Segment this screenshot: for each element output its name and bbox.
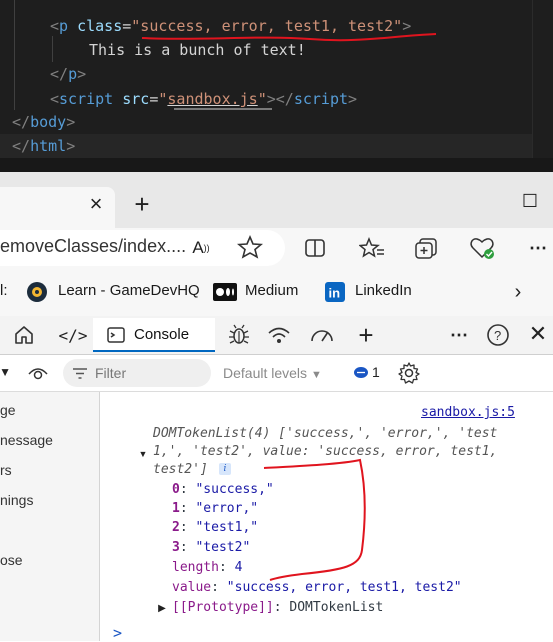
log-levels-dropdown[interactable]: Default levels ▼ <box>223 365 322 381</box>
linkedin-icon: in <box>325 282 345 302</box>
performance-gauge-icon[interactable] <box>309 323 335 347</box>
source-link[interactable]: sandbox.js:5 <box>421 405 515 420</box>
help-icon[interactable]: ? <box>486 323 510 347</box>
filename-underline <box>174 108 272 110</box>
console-tab-label[interactable]: Console <box>134 326 189 343</box>
svg-text:in: in <box>329 286 341 301</box>
code-line-p-close[interactable]: </p> <box>50 62 86 86</box>
collections-icon[interactable] <box>414 236 440 260</box>
sidebar-item-messages[interactable]: ge <box>0 402 16 418</box>
settings-gear-icon[interactable] <box>397 361 421 385</box>
prototype-property[interactable]: [[Prototype]]: DOMTokenList <box>172 600 383 615</box>
log-summary-line1: DOMTokenList(4) ['success,', 'error,', '… <box>153 426 498 441</box>
list-item: 1: "error," <box>172 501 259 516</box>
red-bracket-annotation <box>263 458 366 581</box>
code-line-html-close[interactable]: </html> <box>0 134 545 158</box>
read-aloud-icon[interactable]: A)) <box>186 236 216 260</box>
svg-text:?: ? <box>494 328 501 343</box>
message-count[interactable]: 1 <box>372 364 380 380</box>
info-icon[interactable]: i <box>219 463 231 475</box>
window-maximize-icon[interactable]: ☐ <box>518 189 542 213</box>
filter-icon <box>73 368 87 379</box>
red-underline-annotation <box>141 33 437 42</box>
live-expression-eye-icon[interactable] <box>27 362 49 384</box>
indent-guide <box>14 0 15 110</box>
sidebar-item-user-messages[interactable]: nessage <box>0 432 53 448</box>
console-prompt[interactable]: > <box>113 624 122 642</box>
message-icon <box>354 367 368 378</box>
favorite-item-medium[interactable]: Medium <box>245 282 298 299</box>
sidebar-item-verbose[interactable]: ose <box>0 552 23 568</box>
length-property: length: 4 <box>172 560 243 575</box>
sidebar-toggle-icon[interactable]: ▼ <box>0 363 11 381</box>
network-wifi-icon[interactable] <box>266 323 292 347</box>
list-item: 2: "test1," <box>172 520 259 535</box>
add-tool-icon[interactable]: + <box>353 320 379 350</box>
indent-guide <box>52 36 53 62</box>
console-sidebar <box>0 392 100 641</box>
console-icon <box>107 327 125 343</box>
bug-icon[interactable] <box>227 323 251 347</box>
log-summary-line2: 1,', 'test2', value: 'success, error, te… <box>153 444 498 459</box>
sidebar-item-errors[interactable]: rs <box>0 462 12 478</box>
url-text[interactable]: emoveClasses/index.... <box>0 236 186 257</box>
favorite-item-linkedin[interactable]: LinkedIn <box>355 282 412 299</box>
code-line-body-close[interactable]: </body> <box>12 110 75 134</box>
more-options-icon[interactable]: ⋯ <box>526 236 550 260</box>
browser-essentials-icon[interactable] <box>469 235 497 261</box>
medium-icon <box>213 283 237 301</box>
expand-triangle-down-icon[interactable]: ▼ <box>138 448 148 460</box>
gamedevhq-icon <box>27 282 47 302</box>
favorite-star-icon[interactable] <box>237 234 263 260</box>
favorite-item-gamedevhq[interactable]: Learn - GameDevHQ <box>58 282 200 299</box>
list-item: 0: "success," <box>172 482 274 497</box>
devtools-more-icon[interactable]: ⋯ <box>447 324 471 346</box>
editor-status-strip <box>0 158 553 172</box>
log-summary-line3: test2'] <box>153 462 208 477</box>
sidebar-item-warnings[interactable]: nings <box>0 492 33 508</box>
split-screen-icon[interactable] <box>303 236 327 260</box>
chevron-down-icon: ▼ <box>310 369 322 381</box>
new-tab-icon[interactable]: + <box>128 189 156 219</box>
editor-scrollbar[interactable] <box>532 0 553 172</box>
favorite-item-0[interactable]: l: <box>0 282 8 299</box>
code-editor[interactable]: <p class="success, error, test1, test2">… <box>0 0 553 172</box>
expand-triangle-right-icon[interactable]: ▶ <box>157 602 167 614</box>
home-icon[interactable] <box>12 323 36 347</box>
elements-icon[interactable]: </> <box>58 323 88 347</box>
tab-close-icon[interactable]: × <box>84 191 108 216</box>
favorites-icon[interactable] <box>359 236 385 260</box>
list-item: 3: "test2" <box>172 540 251 555</box>
filter-placeholder: Filter <box>95 365 127 381</box>
devtools-close-icon[interactable]: ✕ <box>526 321 550 346</box>
chevron-right-icon[interactable]: › <box>508 281 528 303</box>
